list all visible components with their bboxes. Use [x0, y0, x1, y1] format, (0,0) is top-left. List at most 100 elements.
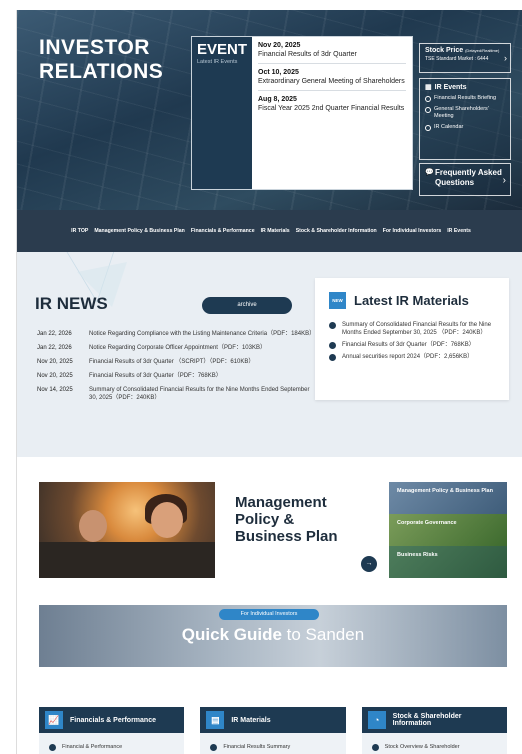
ir-nav-bar: IR TOP Management Policy & Business Plan… — [17, 210, 522, 252]
quick-guide-title: Quick Guide to Sanden — [39, 625, 507, 645]
event-date: Oct 10, 2025 — [258, 69, 299, 76]
news-item[interactable]: Jan 22, 2026 Notice Regarding Compliance… — [37, 330, 317, 338]
ir-event-link[interactable]: Financial Results Briefing — [425, 95, 505, 102]
nav-item-ir-materials[interactable]: IR Materials — [261, 228, 290, 234]
event-text[interactable]: Financial Results of 3dr Quarter — [258, 50, 406, 59]
event-text[interactable]: Extraordinary General Meeting of Shareho… — [258, 77, 406, 86]
event-subtitle: Latest IR Events — [197, 59, 238, 65]
management-line-2: Policy & — [235, 511, 295, 528]
nav-item-ir-events[interactable]: IR Events — [447, 228, 471, 234]
card-stock-shareholder[interactable]: ◔ Stock & Shareholder Information Stock … — [361, 707, 507, 754]
card-financials[interactable]: 📈 Financials & Performance Financial & P… — [39, 707, 185, 754]
circle-icon — [425, 96, 431, 102]
nav-item-ir-top[interactable]: IR TOP — [71, 228, 88, 234]
stock-price-note: (Delayed/Realtime) — [465, 48, 500, 53]
latest-list: Summary of Consolidated Financial Result… — [329, 321, 495, 361]
latest-ir-materials-panel: NEW Latest IR Materials Summary of Conso… — [315, 278, 509, 400]
bullet-icon — [329, 354, 336, 361]
latest-link[interactable]: Financial Results of 3dr Quarter（PDF：768… — [342, 341, 475, 349]
event-item[interactable]: Oct 10, 2025 Extraordinary General Meeti… — [258, 67, 406, 91]
link-business-risks[interactable]: Business Risks — [389, 546, 507, 578]
bullet-icon — [210, 744, 218, 751]
chat-icon: 💬 — [425, 169, 434, 176]
circle-icon — [425, 125, 431, 131]
stock-price-link[interactable]: Stock Price (Delayed/Realtime) TSE Stand… — [419, 43, 511, 73]
news-link[interactable]: Notice Regarding Compliance with the Lis… — [89, 330, 315, 338]
card-header: ◔ Stock & Shareholder Information — [361, 707, 507, 733]
faq-link[interactable]: 💬 Frequently Asked Questions › — [419, 163, 511, 196]
event-item[interactable]: Nov 20, 2025 Financial Results of 3dr Qu… — [258, 40, 406, 64]
ir-news-section: IR NEWS archive Jan 22, 2026 Notice Rega… — [17, 252, 522, 457]
event-header: EVENT Latest IR Events — [192, 37, 252, 189]
card-link[interactable]: Financial & Performance — [39, 733, 184, 751]
nav-item-individual-investors[interactable]: For Individual Investors — [383, 228, 442, 234]
card-link[interactable]: Stock Overview & Shareholder — [362, 733, 507, 751]
latest-item[interactable]: Financial Results of 3dr Quarter（PDF：768… — [329, 341, 495, 349]
latest-item[interactable]: Annual securities report 2024（PDF：2,656K… — [329, 353, 495, 361]
event-card: EVENT Latest IR Events Nov 20, 2025 Fina… — [191, 36, 413, 190]
event-text[interactable]: Fiscal Year 2025 2nd Quarter Financial R… — [258, 104, 406, 113]
pie-chart-icon: ◔ — [367, 711, 386, 729]
ir-events-title[interactable]: ▦ IR Events — [425, 83, 505, 92]
news-item[interactable]: Nov 20, 2025 Financial Results of 3dr Qu… — [37, 372, 317, 380]
nav-item-management-policy[interactable]: Management Policy & Business Plan — [94, 228, 185, 234]
couple-in-car-photo — [39, 482, 215, 578]
news-date: Jan 22, 2026 — [37, 345, 72, 351]
card-link-label: Stock Overview & Shareholder — [384, 744, 460, 750]
event-date: Nov 20, 2025 — [258, 42, 301, 49]
news-item[interactable]: Nov 20, 2025 Financial Results of 3dr Qu… — [37, 358, 317, 366]
stock-price-title: Stock Price (Delayed/Realtime) — [425, 47, 505, 54]
card-title: Stock & Shareholder Information — [392, 713, 462, 727]
woman-figure — [151, 502, 183, 538]
card-title: IR Materials — [231, 716, 271, 724]
news-link[interactable]: Financial Results of 3dr Quarter（PDF：768… — [89, 372, 222, 380]
quick-guide-rest: to Sanden — [281, 625, 365, 644]
news-date: Nov 20, 2025 — [37, 373, 73, 379]
ir-event-label: Financial Results Briefing — [434, 95, 497, 101]
document-icon: ▤ — [206, 711, 225, 729]
event-item[interactable]: Aug 8, 2025 Fiscal Year 2025 2nd Quarter… — [258, 94, 406, 117]
card-ir-materials[interactable]: ▤ IR Materials Financial Results Summary — [200, 707, 346, 754]
management-line-3: Business Plan — [235, 528, 338, 545]
news-date: Nov 14, 2025 — [37, 387, 73, 393]
news-item[interactable]: Jan 22, 2026 Notice Regarding Corporate … — [37, 344, 317, 352]
management-links: Management Policy & Business Plan Corpor… — [389, 482, 507, 578]
card-link-label: Financial Results Summary — [223, 744, 291, 750]
chart-icon: 📈 — [45, 711, 63, 729]
latest-link[interactable]: Summary of Consolidated Financial Result… — [342, 321, 495, 337]
news-item[interactable]: Nov 14, 2025 Summary of Consolidated Fin… — [37, 386, 317, 402]
archive-button[interactable]: archive — [202, 297, 292, 314]
hero-banner: INVESTOR RELATIONS EVENT Latest IR Event… — [17, 10, 522, 210]
stock-market: TSE Standard Market : 6444 — [425, 56, 489, 62]
management-policy-banner[interactable]: Management Policy & Business Plan → Mana… — [39, 482, 507, 578]
calendar-icon: ▦ — [425, 84, 432, 91]
nav-item-financials[interactable]: Financials & Performance — [191, 228, 255, 234]
event-date: Aug 8, 2025 — [258, 96, 297, 103]
card-link[interactable]: Financial Results Summary — [200, 733, 345, 751]
latest-item[interactable]: Summary of Consolidated Financial Result… — [329, 321, 495, 337]
arrow-right-icon[interactable]: → — [361, 556, 377, 572]
card-header: 📈 Financials & Performance — [39, 707, 185, 733]
stock-price-label: Stock Price — [425, 47, 464, 54]
link-corporate-governance[interactable]: Corporate Governance — [389, 514, 507, 546]
news-link[interactable]: Notice Regarding Corporate Officer Appoi… — [89, 344, 266, 352]
man-figure — [79, 510, 107, 542]
ir-event-link[interactable]: IR Calendar — [425, 124, 505, 131]
nav-item-stock-shareholder[interactable]: Stock & Shareholder Information — [296, 228, 377, 234]
latest-link[interactable]: Annual securities report 2024（PDF：2,656K… — [342, 353, 473, 361]
card-link-label: Financial & Performance — [62, 744, 123, 750]
latest-header: NEW Latest IR Materials — [329, 292, 495, 309]
bullet-icon — [371, 744, 379, 751]
event-list: Nov 20, 2025 Financial Results of 3dr Qu… — [252, 37, 412, 189]
management-line-1: Management — [235, 494, 327, 511]
quick-guide-banner[interactable]: For Individual Investors Quick Guide to … — [39, 605, 507, 667]
news-date: Jan 22, 2026 — [37, 331, 72, 337]
news-link[interactable]: Financial Results of 3dr Quarter （SCRIPT… — [89, 358, 254, 366]
ir-event-link[interactable]: General Shareholders' Meeting — [425, 106, 505, 120]
quick-guide-bold: Quick Guide — [181, 625, 282, 644]
bullet-icon — [49, 744, 56, 751]
title-line-1: INVESTOR — [39, 36, 150, 59]
page-title: INVESTOR RELATIONS — [39, 36, 163, 84]
news-link[interactable]: Summary of Consolidated Financial Result… — [89, 386, 317, 402]
link-management-policy[interactable]: Management Policy & Business Plan — [389, 482, 507, 514]
